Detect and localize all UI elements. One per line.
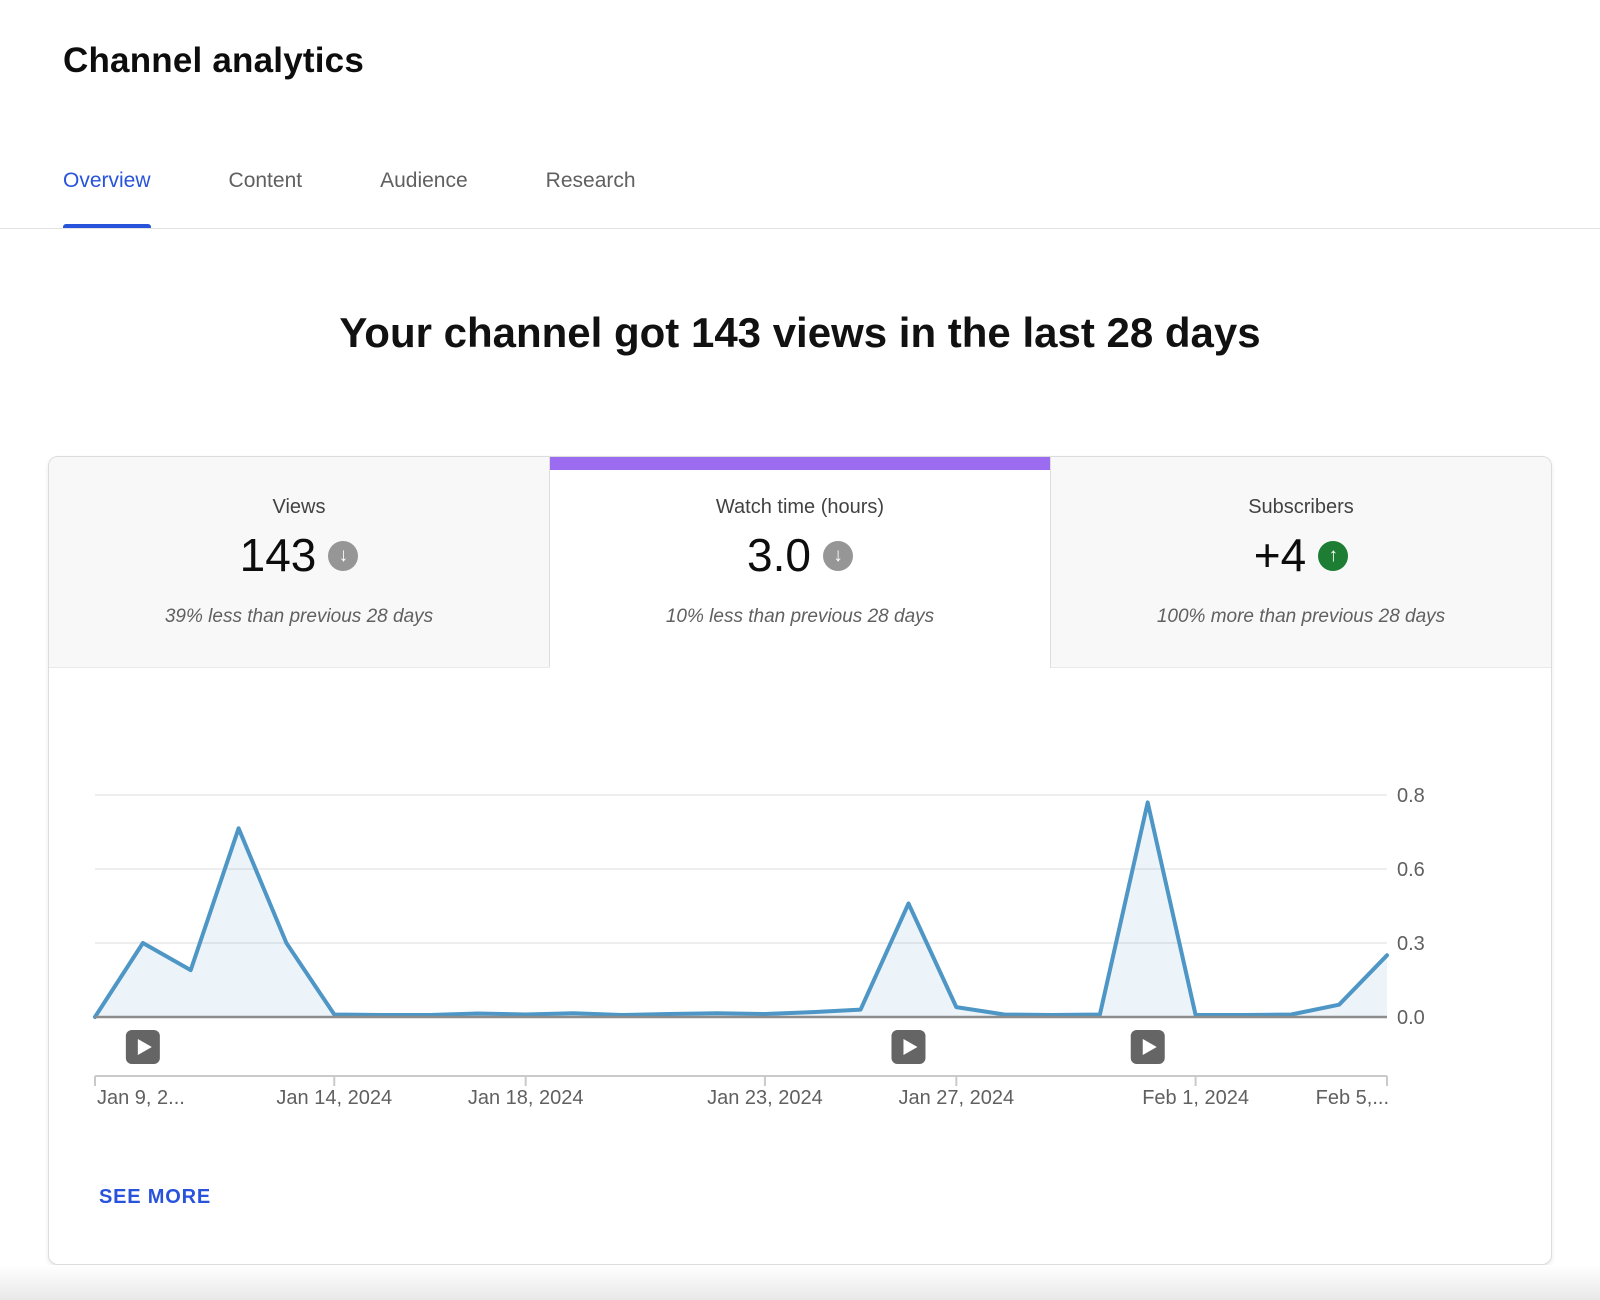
summary-headline: Your channel got 143 views in the last 2… — [0, 307, 1600, 359]
tab-overview[interactable]: Overview — [63, 168, 151, 228]
page-bottom-gradient — [0, 1265, 1600, 1300]
x-axis-tick-label: Jan 27, 2024 — [899, 1087, 1015, 1109]
metric-label: Watch time (hours) — [550, 497, 1050, 517]
x-axis-tick-label: Jan 18, 2024 — [468, 1087, 584, 1109]
tab-audience[interactable]: Audience — [380, 168, 468, 228]
metric-value: 143 — [240, 529, 317, 581]
metric-value-row: 143 ↓ — [49, 529, 549, 581]
watch-time-chart: 0.0 0.3 0.6 0.8 Jan 9, 2... Jan 14, 2024 Jan 1… — [49, 668, 1551, 1128]
trend-up-icon: ↑ — [1318, 541, 1348, 571]
see-more-link[interactable]: SEE MORE — [99, 1186, 211, 1208]
metric-card-views[interactable]: Views 143 ↓ 39% less than previous 28 day… — [49, 457, 549, 668]
metric-card-watch-time[interactable]: Watch time (hours) 3.0 ↓ 10% less than pr… — [549, 457, 1050, 668]
metric-note: 10% less than previous 28 days — [550, 607, 1050, 627]
metric-tabs: Views 143 ↓ 39% less than previous 28 day… — [49, 457, 1551, 668]
y-axis-tick-label: 0.8 — [1397, 785, 1425, 807]
analytics-tab-bar: Overview Content Audience Research — [0, 84, 1600, 229]
metric-card-subscribers[interactable]: Subscribers +4 ↑ 100% more than previous … — [1050, 457, 1551, 668]
trend-down-icon: ↓ — [328, 541, 358, 571]
analytics-card: Views 143 ↓ 39% less than previous 28 day… — [48, 456, 1552, 1265]
page-title: Channel analytics — [63, 38, 1600, 84]
metric-note: 100% more than previous 28 days — [1051, 607, 1551, 627]
metric-value: 3.0 — [747, 529, 811, 581]
watch-time-area — [95, 802, 1387, 1017]
x-axis-tick-label: Jan 9, 2... — [97, 1087, 185, 1109]
x-axis-tick-label: Feb 5,... — [1316, 1087, 1389, 1109]
trend-down-icon: ↓ — [823, 541, 853, 571]
x-axis-tick-label: Jan 23, 2024 — [707, 1087, 823, 1109]
metric-label: Views — [49, 497, 549, 517]
metric-value-row: +4 ↑ — [1051, 529, 1551, 581]
metric-value-row: 3.0 ↓ — [550, 529, 1050, 581]
see-more-row: SEE MORE — [49, 1128, 1551, 1264]
x-axis-tick-label: Jan 14, 2024 — [276, 1087, 392, 1109]
tab-research[interactable]: Research — [546, 168, 636, 228]
y-axis-tick-label: 0.3 — [1397, 933, 1425, 955]
metric-value: +4 — [1254, 529, 1306, 581]
y-axis-tick-label: 0.0 — [1397, 1007, 1425, 1029]
x-axis-tick-label: Feb 1, 2024 — [1142, 1087, 1249, 1109]
metric-label: Subscribers — [1051, 497, 1551, 517]
tab-content[interactable]: Content — [229, 168, 303, 228]
chart-canvas: 0.0 0.3 0.6 0.8 Jan 9, 2... Jan 14, 2024 Jan 1… — [49, 668, 1551, 1128]
metric-note: 39% less than previous 28 days — [49, 607, 549, 627]
y-axis-tick-label: 0.6 — [1397, 859, 1425, 881]
